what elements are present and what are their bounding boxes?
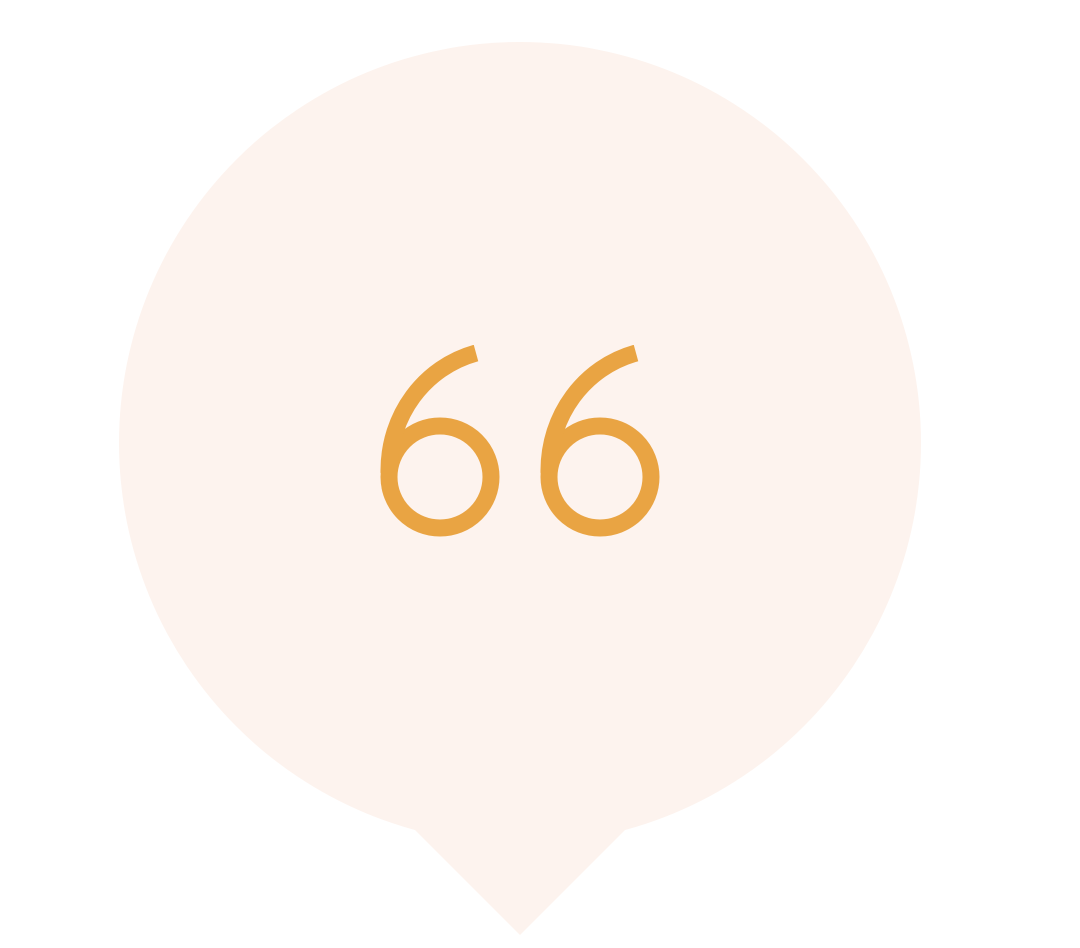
quote-mark-icon: 66 [380,345,660,537]
quote-bubble-graphic: 66 [0,0,1080,948]
